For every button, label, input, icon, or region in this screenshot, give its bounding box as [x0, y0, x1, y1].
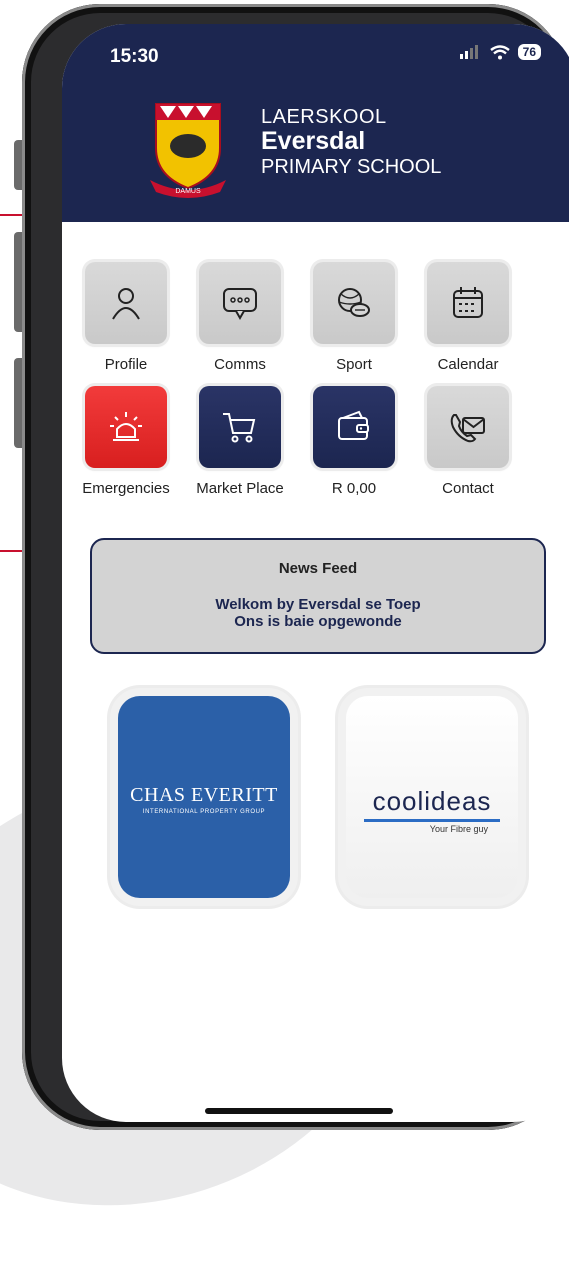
market-place-label: Market Place	[196, 480, 284, 497]
contact-tile[interactable]: Contact	[411, 386, 525, 497]
news-line: Welkom by Eversdal se Toep	[215, 596, 421, 613]
sport-button[interactable]	[313, 262, 395, 344]
contact-label: Contact	[442, 480, 494, 497]
coolideas-tagline: Your Fibre guy	[429, 824, 488, 834]
market-place-tile[interactable]: Market Place	[183, 386, 297, 497]
emergencies-label: Emergencies	[82, 480, 170, 497]
news-line: Ons is baie opgewonde	[234, 612, 402, 630]
comms-button[interactable]	[199, 262, 281, 344]
chas-everitt-name: CHAS EVERITT	[130, 784, 278, 806]
calendar-tile[interactable]: Calendar	[411, 262, 525, 373]
wallet-balance-label: R 0,00	[331, 480, 377, 497]
school-header: 15:30 76 DAMUS LAERSKOOL Eversdal PRIMAR…	[62, 24, 569, 222]
wallet-tile[interactable]: R 0,00	[297, 386, 411, 497]
coolideas-underline	[364, 819, 500, 822]
sponsor-coolideas[interactable]: coolideas Your Fibre guy	[338, 688, 526, 906]
phone-envelope-icon	[450, 414, 485, 443]
profile-button[interactable]	[85, 262, 167, 344]
person-icon	[112, 288, 140, 320]
school-name-line2: Eversdal	[261, 127, 366, 155]
comms-label: Comms	[214, 356, 266, 373]
market-place-button[interactable]	[199, 386, 281, 468]
sport-label: Sport	[336, 356, 372, 373]
school-name: LAERSKOOL Eversdal PRIMARY SCHOOL	[261, 106, 441, 178]
calendar-label: Calendar	[437, 356, 499, 373]
home-indicator[interactable]	[205, 1108, 393, 1114]
status-icons: 76	[459, 44, 541, 60]
school-name-line1: LAERSKOOL	[261, 106, 387, 128]
coolideas-logo: coolideas Your Fibre guy	[346, 696, 518, 898]
wallet-icon	[338, 410, 369, 440]
contact-button[interactable]	[427, 386, 509, 468]
sponsor-chas-everitt[interactable]: CHAS EVERITT INTERNATIONAL PROPERTY GROU…	[110, 688, 298, 906]
calendar-button[interactable]	[427, 262, 509, 344]
app-screen: 15:30 76 DAMUS LAERSKOOL Eversdal PRIMAR…	[62, 24, 569, 1122]
chas-everitt-logo: CHAS EVERITT INTERNATIONAL PROPERTY GROU…	[118, 696, 290, 898]
school-name-line3: PRIMARY SCHOOL	[261, 155, 442, 178]
signal-icon	[459, 45, 478, 59]
wallet-button[interactable]	[313, 386, 395, 468]
chas-everitt-tagline: INTERNATIONAL PROPERTY GROUP	[142, 809, 266, 815]
news-feed-title: News Feed	[278, 560, 358, 577]
chat-bubble-icon	[223, 288, 257, 321]
status-time: 15:30	[110, 46, 159, 67]
calendar-icon	[453, 287, 483, 318]
news-feed-message: Welkom by Eversdal se Toep Ons is baie o…	[92, 596, 544, 630]
coolideas-name: coolideas	[372, 786, 492, 816]
emergencies-button[interactable]	[85, 386, 167, 468]
sport-tile[interactable]: Sport	[297, 262, 411, 373]
siren-icon	[110, 412, 142, 441]
news-feed-panel[interactable]: News Feed Welkom by Eversdal se Toep Ons…	[90, 538, 546, 654]
crest-motto: DAMUS	[175, 188, 201, 195]
profile-tile[interactable]: Profile	[69, 262, 183, 373]
profile-label: Profile	[104, 356, 148, 373]
emergencies-tile[interactable]: Emergencies	[69, 386, 183, 497]
comms-tile[interactable]: Comms	[183, 262, 297, 373]
phone-frame: 15:30 76 DAMUS LAERSKOOL Eversdal PRIMAR…	[22, 4, 569, 1130]
school-crest-logo: DAMUS	[150, 103, 226, 198]
wifi-icon	[489, 44, 510, 59]
sports-balls-icon	[338, 288, 370, 317]
battery-indicator: 76	[517, 44, 541, 60]
coolideas-wordmark: coolideas Your Fibre guy	[356, 786, 508, 834]
cart-icon	[223, 413, 256, 443]
